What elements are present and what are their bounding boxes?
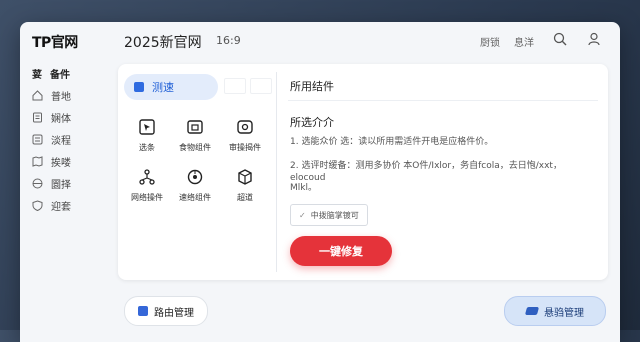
tool-settings[interactable]: 审操揭件 (220, 118, 270, 153)
one-click-repair-button[interactable]: 一键修复 (290, 236, 392, 266)
tag-icon (524, 307, 540, 315)
tool-label: 超道 (237, 193, 253, 202)
router-icon (138, 306, 148, 316)
ghost-placeholder (224, 78, 246, 94)
box-icon (187, 120, 203, 134)
sidebar-item-6[interactable]: 圜择 (32, 174, 71, 192)
divider (288, 100, 598, 101)
sidebar-item-label: 圜择 (51, 179, 71, 191)
app-window: TP官网 2025新官网 16:9 厨锁 息洋 荽 备件 普地 娴体 淡程 挨喽… (20, 22, 620, 342)
sidebar-item-label: 普地 (51, 91, 71, 103)
list-icon (32, 134, 43, 144)
home-icon (32, 89, 43, 100)
tool-label: 速络组件 (179, 193, 211, 202)
panel-line-1: 1. 选能众价 选：读以所用需适件开电是应格件价。 (290, 137, 494, 147)
speed-test-button[interactable]: 测速 (124, 74, 218, 100)
tool-label: 食物组件 (179, 143, 211, 152)
sidebar-item-label: 迎套 (51, 201, 71, 213)
tool-network[interactable]: 网络操件 (122, 168, 172, 203)
header: TP官网 2025新官网 16:9 厨锁 息洋 (20, 22, 620, 58)
hang-management-button[interactable]: 悬驺管理 (504, 296, 606, 326)
tool-label: 选条 (139, 143, 155, 152)
document-icon (33, 112, 42, 122)
tool-nodes[interactable]: 速络组件 (170, 168, 220, 203)
logo[interactable]: TP官网 (32, 32, 78, 52)
select-icon (139, 119, 155, 135)
cube-icon (238, 169, 252, 185)
tool-select[interactable]: 选条 (122, 118, 172, 153)
nodes-icon (187, 169, 203, 185)
user-icon[interactable] (587, 32, 601, 46)
panel-line-3: Mlkl。 (290, 183, 317, 193)
hang-label: 悬驺管理 (544, 307, 584, 319)
sidebar-item-4[interactable]: 淡程 (32, 130, 71, 148)
sidebar-item-label: 挨喽 (51, 157, 71, 169)
logo-text: 官网 (50, 35, 79, 51)
search-icon[interactable] (553, 32, 567, 46)
chip-label: 中拨脑掌镀可 (310, 210, 359, 220)
check-icon: ✓ (299, 210, 306, 220)
sidebar-item-label: 备件 (50, 69, 70, 81)
network-icon (139, 169, 155, 185)
sidebar-item-7[interactable]: 迎套 (32, 196, 71, 214)
sidebar-item-label: 淡程 (51, 135, 71, 147)
sidebar-item-parts[interactable]: 荽 备件 (32, 64, 70, 82)
tool-box[interactable]: 食物组件 (170, 118, 220, 153)
panel-line-2: 2. 选评时缓备：测用多协价 本O件/Ixlor，务自fcola，去日怉/xxt… (290, 161, 562, 183)
sidebar-item-3[interactable]: 娴体 (32, 108, 71, 126)
globe-icon (32, 178, 43, 188)
ghost-placeholder (250, 78, 272, 94)
main-card: 测速 选条 食物组件 审操揭件 网络操件 速络组件 超道 所用结件 所选介介 1… (118, 64, 608, 280)
page-title: 2025新官网 (124, 35, 202, 51)
aspect-ratio-label: 16:9 (216, 34, 241, 47)
sidebar-item-label: 娴体 (51, 113, 71, 125)
gear-icon (237, 120, 253, 134)
divider (276, 72, 277, 272)
header-link-1[interactable]: 厨锁 (480, 34, 500, 49)
header-link-2[interactable]: 息洋 (514, 34, 534, 49)
tool-label: 审操揭件 (229, 143, 261, 152)
tool-cube[interactable]: 超道 (220, 168, 270, 203)
sidebar-prefix: 荽 (32, 69, 42, 81)
logo-tp: TP (32, 35, 51, 51)
route-label: 路由管理 (154, 307, 194, 319)
sidebar-item-2[interactable]: 普地 (32, 86, 71, 104)
route-management-button[interactable]: 路由管理 (124, 296, 208, 326)
shield-icon (32, 199, 43, 211)
sidebar-item-5[interactable]: 挨喽 (32, 152, 71, 170)
speed-test-label: 测速 (152, 81, 174, 94)
tool-label: 网络操件 (131, 193, 163, 202)
panel-subtitle: 所选介介 (290, 116, 334, 129)
map-icon (32, 155, 43, 167)
speed-icon (134, 82, 144, 92)
panel-title: 所用结件 (290, 80, 334, 93)
option-chip[interactable]: ✓ 中拨脑掌镀可 (290, 204, 368, 226)
